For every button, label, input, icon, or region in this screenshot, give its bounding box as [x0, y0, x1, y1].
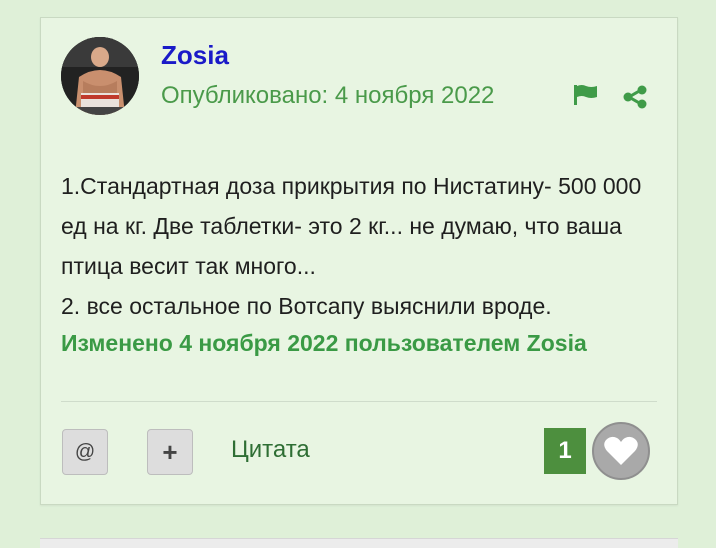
flag-icon: [574, 85, 597, 105]
share-button[interactable]: [621, 84, 649, 110]
page: Zosia Опубликовано: 4 ноября 2022 1.Стан…: [0, 0, 716, 548]
divider: [61, 401, 657, 402]
heart-icon: [604, 436, 638, 465]
like-button[interactable]: [592, 422, 650, 480]
report-button[interactable]: [571, 82, 601, 108]
like-count-badge: 1: [544, 428, 586, 474]
mention-button[interactable]: @: [62, 429, 108, 475]
post-card: Zosia Опубликовано: 4 ноября 2022 1.Стан…: [40, 17, 678, 505]
avatar-image: [61, 37, 139, 115]
post-content: 1.Стандартная доза прикрытия по Нистатин…: [61, 166, 661, 326]
avatar[interactable]: [61, 37, 139, 115]
next-post-card: [40, 538, 678, 548]
multiquote-button[interactable]: +: [147, 429, 193, 475]
post-paragraph: 1.Стандартная доза прикрытия по Нистатин…: [61, 173, 642, 279]
share-icon: [623, 85, 647, 109]
post-paragraph: 2. все остальное по Вотсапу выяснили вро…: [61, 293, 552, 319]
edited-note: Изменено 4 ноября 2022 пользователем Zos…: [61, 330, 587, 356]
quote-button[interactable]: Цитата: [231, 436, 310, 464]
post-date: Опубликовано: 4 ноября 2022: [161, 82, 495, 109]
author-name[interactable]: Zosia: [161, 40, 229, 71]
